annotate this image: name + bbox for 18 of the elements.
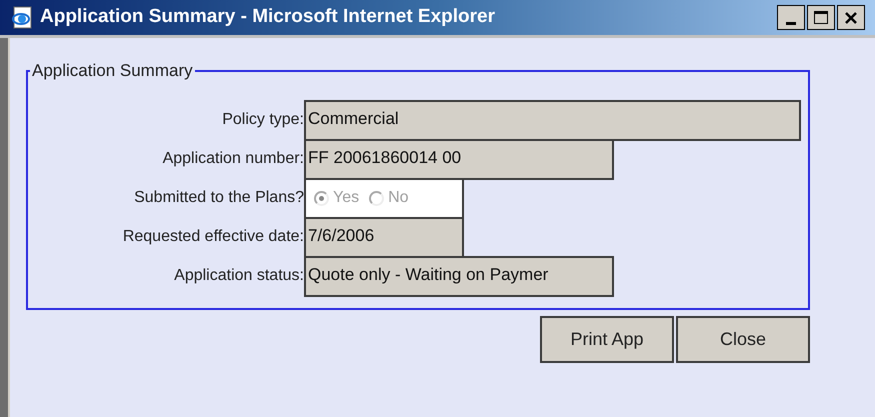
panel-legend: Application Summary [30,58,195,84]
field-label: Application status: [173,266,304,286]
browser-icon [10,6,34,30]
readonly-field[interactable]: Commercial [304,100,801,140]
field-label: Policy type: [221,110,304,130]
dialog-button[interactable]: Print App [540,316,674,363]
readonly-field[interactable]: FF 20061860014 00 [304,138,614,180]
dialog-button[interactable]: Close [676,316,810,363]
maximize-button[interactable] [807,5,835,30]
field-label: Submitted to the Plans? [133,188,304,208]
field-label: Requested effective date: [122,226,304,246]
readonly-field[interactable]: 7/6/2006 [304,216,464,258]
close-window-button[interactable] [837,5,865,30]
readonly-field[interactable]: Quote only - Waiting on Paymer [304,256,614,296]
minimize-button[interactable] [777,5,805,30]
field-label: Application number: [162,148,304,168]
close-icon [844,10,858,24]
window-title: Application Summary - Microsoft Internet Explorer [40,5,496,30]
